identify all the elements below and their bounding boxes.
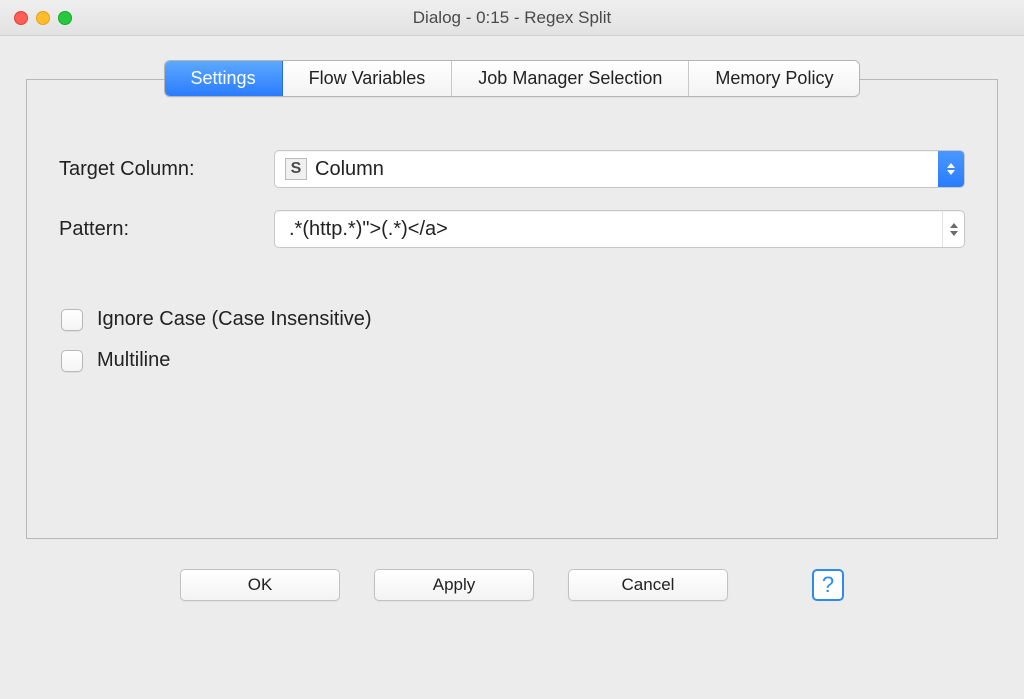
traffic-lights: [0, 11, 72, 25]
multiline-row: Multiline: [61, 349, 965, 372]
select-stepper-icon[interactable]: [938, 151, 964, 187]
pattern-combobox[interactable]: .*(http.*)">(.*)</a>: [274, 210, 965, 248]
settings-panel: Target Column: S Column Pattern: .*(http…: [26, 79, 998, 539]
multiline-label: Multiline: [97, 349, 170, 372]
tab-flow-variables[interactable]: Flow Variables: [283, 61, 453, 96]
titlebar: Dialog - 0:15 - Regex Split: [0, 0, 1024, 36]
target-column-value: Column: [315, 158, 938, 181]
help-icon: ?: [822, 572, 834, 598]
close-window-button[interactable]: [14, 11, 28, 25]
target-column-label: Target Column:: [59, 158, 274, 181]
target-column-row: Target Column: S Column: [59, 150, 965, 188]
pattern-label: Pattern:: [59, 218, 274, 241]
minimize-window-button[interactable]: [36, 11, 50, 25]
tab-settings[interactable]: Settings: [165, 61, 283, 96]
help-button[interactable]: ?: [812, 569, 844, 601]
ignore-case-label: Ignore Case (Case Insensitive): [97, 308, 372, 331]
tab-row: Settings Flow Variables Job Manager Sele…: [26, 60, 998, 97]
zoom-window-button[interactable]: [58, 11, 72, 25]
apply-button[interactable]: Apply: [374, 569, 534, 601]
ignore-case-checkbox[interactable]: [61, 309, 83, 331]
chevron-up-icon: [947, 163, 955, 168]
combo-stepper-icon[interactable]: [942, 211, 964, 247]
string-type-icon: S: [285, 158, 307, 180]
target-column-select[interactable]: S Column: [274, 150, 965, 188]
chevron-down-icon: [947, 170, 955, 175]
chevron-up-icon: [950, 223, 958, 228]
button-row: OK Apply Cancel ?: [26, 539, 998, 601]
cancel-button[interactable]: Cancel: [568, 569, 728, 601]
ignore-case-row: Ignore Case (Case Insensitive): [61, 308, 965, 331]
pattern-row: Pattern: .*(http.*)">(.*)</a>: [59, 210, 965, 248]
pattern-value[interactable]: .*(http.*)">(.*)</a>: [289, 218, 942, 241]
multiline-checkbox[interactable]: [61, 350, 83, 372]
tab-memory-policy[interactable]: Memory Policy: [689, 61, 859, 96]
content-area: Settings Flow Variables Job Manager Sele…: [0, 36, 1024, 601]
chevron-down-icon: [950, 231, 958, 236]
window-title: Dialog - 0:15 - Regex Split: [0, 8, 1024, 28]
tab-job-manager-selection[interactable]: Job Manager Selection: [452, 61, 689, 96]
tab-group: Settings Flow Variables Job Manager Sele…: [164, 60, 861, 97]
ok-button[interactable]: OK: [180, 569, 340, 601]
checkbox-group: Ignore Case (Case Insensitive) Multiline: [59, 308, 965, 372]
